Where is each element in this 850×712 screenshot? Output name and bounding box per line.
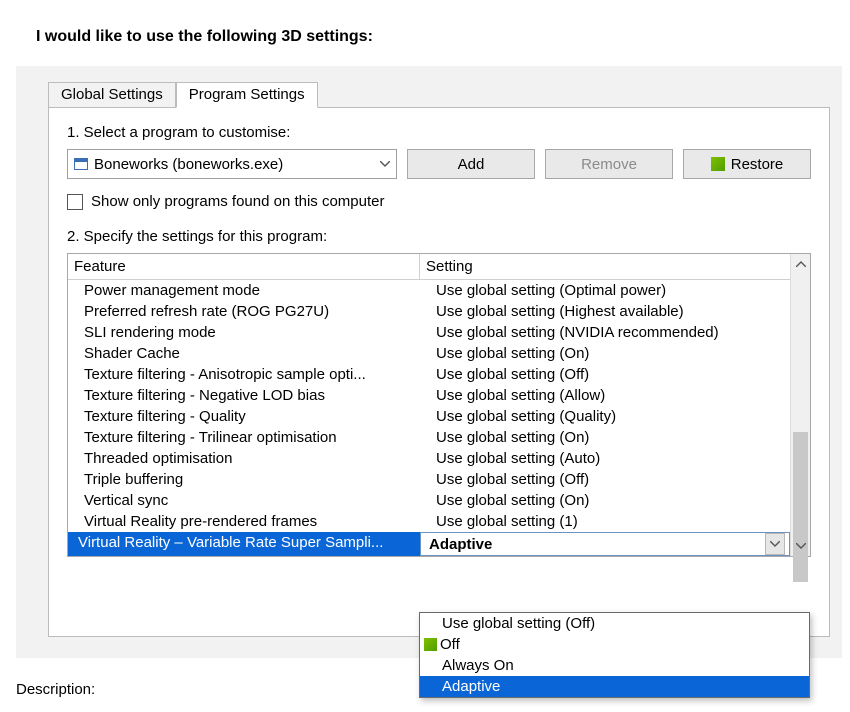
feature-cell: Threaded optimisation xyxy=(68,448,420,469)
setting-cell: Use global setting (Auto) xyxy=(420,448,790,469)
setting-cell: Use global setting (On) xyxy=(420,427,790,448)
app-window-icon xyxy=(74,158,88,170)
table-row[interactable]: Preferred refresh rate (ROG PG27U)Use gl… xyxy=(68,301,790,322)
dropdown-option-always-on[interactable]: Always On xyxy=(420,655,809,676)
table-row[interactable]: Texture filtering - Anisotropic sample o… xyxy=(68,364,790,385)
tab-program-settings[interactable]: Program Settings xyxy=(176,82,318,108)
header-setting[interactable]: Setting xyxy=(420,254,790,279)
table-row[interactable]: Texture filtering - Trilinear optimisati… xyxy=(68,427,790,448)
setting-cell: Use global setting (On) xyxy=(420,343,790,364)
step2-label: 2. Specify the settings for this program… xyxy=(67,228,811,245)
page-heading: I would like to use the following 3D set… xyxy=(0,0,850,46)
feature-cell: Preferred refresh rate (ROG PG27U) xyxy=(68,301,420,322)
add-button[interactable]: Add xyxy=(407,149,535,179)
feature-cell: Texture filtering - Negative LOD bias xyxy=(68,385,420,406)
table-row[interactable]: Vertical syncUse global setting (On) xyxy=(68,490,790,511)
program-select[interactable]: Boneworks (boneworks.exe) xyxy=(67,149,397,179)
restore-button[interactable]: Restore xyxy=(683,149,811,179)
tabs-container: Global Settings Program Settings 1. Sele… xyxy=(48,80,830,637)
table-row[interactable]: Triple bufferingUse global setting (Off) xyxy=(68,469,790,490)
tab-body: 1. Select a program to customise: Bonewo… xyxy=(48,107,830,637)
remove-button-label: Remove xyxy=(581,156,637,173)
selected-feature: Virtual Reality – Variable Rate Super Sa… xyxy=(68,532,420,556)
feature-cell: Shader Cache xyxy=(68,343,420,364)
feature-cell: Vertical sync xyxy=(68,490,420,511)
setting-cell: Use global setting (Allow) xyxy=(420,385,790,406)
dropdown-option-off[interactable]: Off xyxy=(420,634,809,655)
show-only-row: Show only programs found on this compute… xyxy=(67,193,811,210)
table-row-selected[interactable]: Virtual Reality – Variable Rate Super Sa… xyxy=(68,532,790,556)
feature-cell: Texture filtering - Trilinear optimisati… xyxy=(68,427,420,448)
scrollbar[interactable] xyxy=(790,254,810,556)
program-row: Boneworks (boneworks.exe) Add Remove Res… xyxy=(67,149,811,179)
setting-cell: Use global setting (1) xyxy=(420,511,790,532)
show-only-checkbox[interactable] xyxy=(67,194,83,210)
program-select-value: Boneworks (boneworks.exe) xyxy=(94,156,283,173)
table-row[interactable]: Texture filtering - QualityUse global se… xyxy=(68,406,790,427)
setting-cell: Use global setting (Quality) xyxy=(420,406,790,427)
feature-cell: Power management mode xyxy=(68,280,420,301)
table-row[interactable]: Texture filtering - Negative LOD biasUse… xyxy=(68,385,790,406)
feature-cell: Virtual Reality pre-rendered frames xyxy=(68,511,420,532)
dropdown-option-use-global[interactable]: Use global setting (Off) xyxy=(420,613,809,634)
add-button-label: Add xyxy=(458,156,485,173)
remove-button[interactable]: Remove xyxy=(545,149,673,179)
tab-bar: Global Settings Program Settings xyxy=(48,80,830,108)
selected-setting-combo[interactable]: Adaptive xyxy=(420,532,790,556)
show-only-label: Show only programs found on this compute… xyxy=(91,193,385,210)
table-row[interactable]: Power management modeUse global setting … xyxy=(68,280,790,301)
nvidia-icon xyxy=(424,638,437,651)
chevron-down-icon xyxy=(374,161,396,167)
setting-dropdown[interactable]: Use global setting (Off) Off Always On A… xyxy=(419,612,810,698)
step1-label: 1. Select a program to customise: xyxy=(67,124,811,141)
restore-button-label: Restore xyxy=(731,156,784,173)
table-header: Feature Setting xyxy=(68,254,790,280)
tab-global-settings[interactable]: Global Settings xyxy=(48,82,176,108)
table-row[interactable]: Shader CacheUse global setting (On) xyxy=(68,343,790,364)
setting-cell: Use global setting (Highest available) xyxy=(420,301,790,322)
table-row[interactable]: Threaded optimisationUse global setting … xyxy=(68,448,790,469)
scroll-thumb[interactable] xyxy=(793,432,808,582)
dropdown-option-adaptive[interactable]: Adaptive xyxy=(420,676,809,697)
nvidia-icon xyxy=(711,157,725,171)
setting-cell: Use global setting (Optimal power) xyxy=(420,280,790,301)
table-body: Power management modeUse global setting … xyxy=(68,280,790,532)
header-feature[interactable]: Feature xyxy=(68,254,420,279)
scroll-down-icon[interactable] xyxy=(791,536,810,556)
dropdown-option-off-label: Off xyxy=(440,636,460,653)
setting-cell: Use global setting (Off) xyxy=(420,364,790,385)
feature-cell: Texture filtering - Quality xyxy=(68,406,420,427)
feature-cell: Triple buffering xyxy=(68,469,420,490)
description-label: Description: xyxy=(16,681,95,698)
setting-cell: Use global setting (On) xyxy=(420,490,790,511)
setting-cell: Use global setting (NVIDIA recommended) xyxy=(420,322,790,343)
selected-setting-value: Adaptive xyxy=(429,536,492,553)
settings-table: Feature Setting Power management modeUse… xyxy=(67,253,811,557)
table-row[interactable]: Virtual Reality pre-rendered framesUse g… xyxy=(68,511,790,532)
setting-cell: Use global setting (Off) xyxy=(420,469,790,490)
chevron-down-icon xyxy=(765,533,785,555)
feature-cell: SLI rendering mode xyxy=(68,322,420,343)
scroll-up-icon[interactable] xyxy=(791,254,810,274)
table-row[interactable]: SLI rendering modeUse global setting (NV… xyxy=(68,322,790,343)
feature-cell: Texture filtering - Anisotropic sample o… xyxy=(68,364,420,385)
